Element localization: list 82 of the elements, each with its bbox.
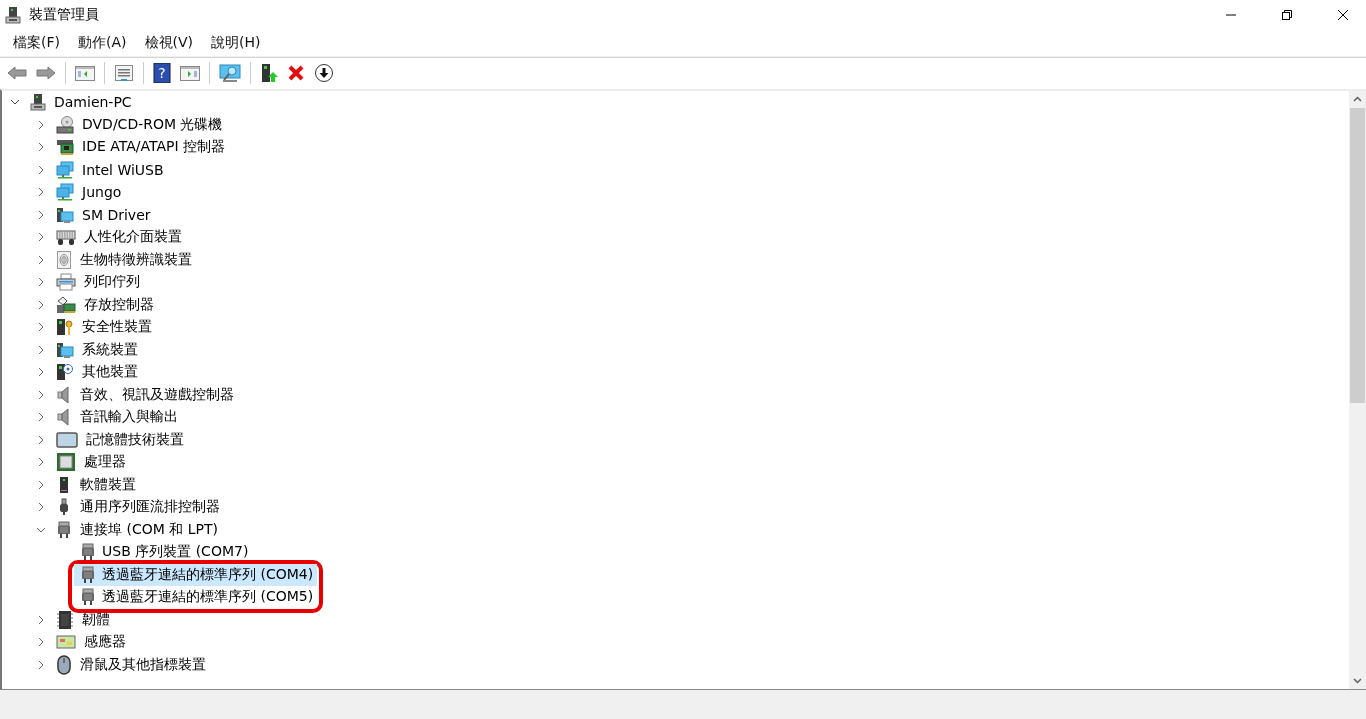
chevron-icon (36, 254, 46, 265)
tree-item[interactable]: 軟體裝置 (36, 473, 140, 496)
serial-port-icon (56, 520, 72, 539)
chevron-icon (36, 299, 46, 310)
computer-icon (30, 93, 46, 112)
computer-icon (56, 205, 74, 224)
chevron-icon (36, 277, 46, 288)
speaker-icon (56, 408, 72, 427)
disc-drive-icon (56, 115, 74, 134)
tree-item[interactable]: 生物特徵辨識裝置 (36, 248, 196, 271)
chevron-icon (36, 164, 46, 175)
chevron-icon (36, 389, 46, 400)
chevron-icon (36, 412, 46, 423)
chevron-icon (36, 322, 46, 333)
tree-item[interactable]: SM Driver (36, 203, 155, 226)
mouse-icon (56, 654, 72, 675)
chevron-icon (36, 187, 46, 198)
tree-item[interactable]: 音訊輸入與輸出 (36, 406, 182, 429)
tree-item[interactable]: 系統裝置 (36, 338, 142, 361)
serial-port-icon (80, 543, 96, 562)
window-title: 裝置管理員 (29, 6, 99, 24)
chevron-icon (36, 457, 46, 468)
tree-item[interactable]: 列印佇列 (36, 271, 144, 294)
menu-item[interactable]: 說明(H) (202, 32, 270, 54)
unknown-device-icon (56, 363, 74, 382)
restore-icon (1281, 9, 1293, 21)
help-button[interactable]: ? (150, 60, 174, 86)
chevron-icon (36, 367, 46, 378)
chevron-icon (36, 142, 46, 153)
menu-item[interactable]: 檔案(F) (4, 32, 69, 54)
speaker-icon (56, 385, 72, 404)
chevron-icon (36, 232, 46, 243)
processor-icon (56, 452, 76, 473)
chevron-icon (36, 344, 46, 355)
serial-port-icon (80, 588, 96, 607)
tree-item[interactable]: 通用序列匯流排控制器 (36, 496, 224, 519)
controller-card-icon (56, 138, 74, 157)
tree-item[interactable]: DVD/CD-ROM 光碟機 (36, 113, 227, 136)
tree-item[interactable]: Damien-PC (10, 91, 136, 114)
computer-key-icon (56, 318, 74, 337)
sensor-icon (56, 633, 76, 652)
tree-item[interactable]: 連接埠 (COM 和 LPT) (36, 518, 222, 541)
memory-device-icon (56, 430, 78, 449)
computer-icon (56, 340, 74, 359)
fingerprint-icon (56, 250, 72, 269)
close-icon (1337, 9, 1349, 21)
chevron-icon (36, 502, 46, 513)
firmware-chip-icon (56, 609, 74, 630)
tree-item[interactable]: 韌體 (36, 608, 114, 631)
tree-item[interactable]: 音效、視訊及遊戲控制器 (36, 383, 238, 406)
chevron-icon (36, 434, 46, 445)
scrollbar[interactable] (1349, 91, 1366, 689)
keyboard-icon (56, 228, 76, 247)
tree-item[interactable]: 處理器 (36, 451, 130, 474)
chevron-icon (36, 209, 46, 220)
chevron-icon (36, 614, 46, 625)
scroll-thumb[interactable] (1350, 108, 1365, 403)
tree-item[interactable]: Jungo (36, 181, 126, 204)
storage-controller-icon (56, 295, 76, 314)
printer-icon (56, 273, 76, 292)
tree-item[interactable]: USB 序列裝置 (COM7) (71, 541, 253, 564)
tree-item[interactable]: Intel WiUSB (36, 158, 168, 181)
tree-item[interactable]: 透過藍牙連結的標準序列 (COM5) (74, 586, 318, 609)
tree-item[interactable]: IDE ATA/ATAPI 控制器 (36, 136, 229, 159)
tree-item[interactable]: 透過藍牙連結的標準序列 (COM4) (74, 563, 318, 586)
computer-icon (5, 6, 21, 24)
menu-item[interactable]: 檢視(V) (135, 32, 202, 54)
tree-item[interactable]: 安全性裝置 (36, 316, 156, 339)
chevron-icon (36, 119, 46, 130)
menu-item[interactable]: 動作(A) (69, 32, 136, 54)
network-monitor-icon (56, 183, 74, 202)
chevron-icon (36, 479, 46, 490)
serial-port-icon (80, 565, 96, 584)
tree-item[interactable]: 記憶體技術裝置 (36, 428, 188, 451)
tree-item[interactable]: 滑鼠及其他指標裝置 (36, 653, 210, 676)
chevron-icon (36, 659, 46, 670)
tree-item[interactable]: 感應器 (36, 631, 130, 654)
tree-item[interactable]: 存放控制器 (36, 293, 158, 316)
tree-item[interactable]: 人性化介面裝置 (36, 226, 186, 249)
tree-item[interactable]: 其他裝置 (36, 361, 142, 384)
chevron-icon (36, 637, 46, 648)
network-monitor-icon (56, 160, 74, 179)
